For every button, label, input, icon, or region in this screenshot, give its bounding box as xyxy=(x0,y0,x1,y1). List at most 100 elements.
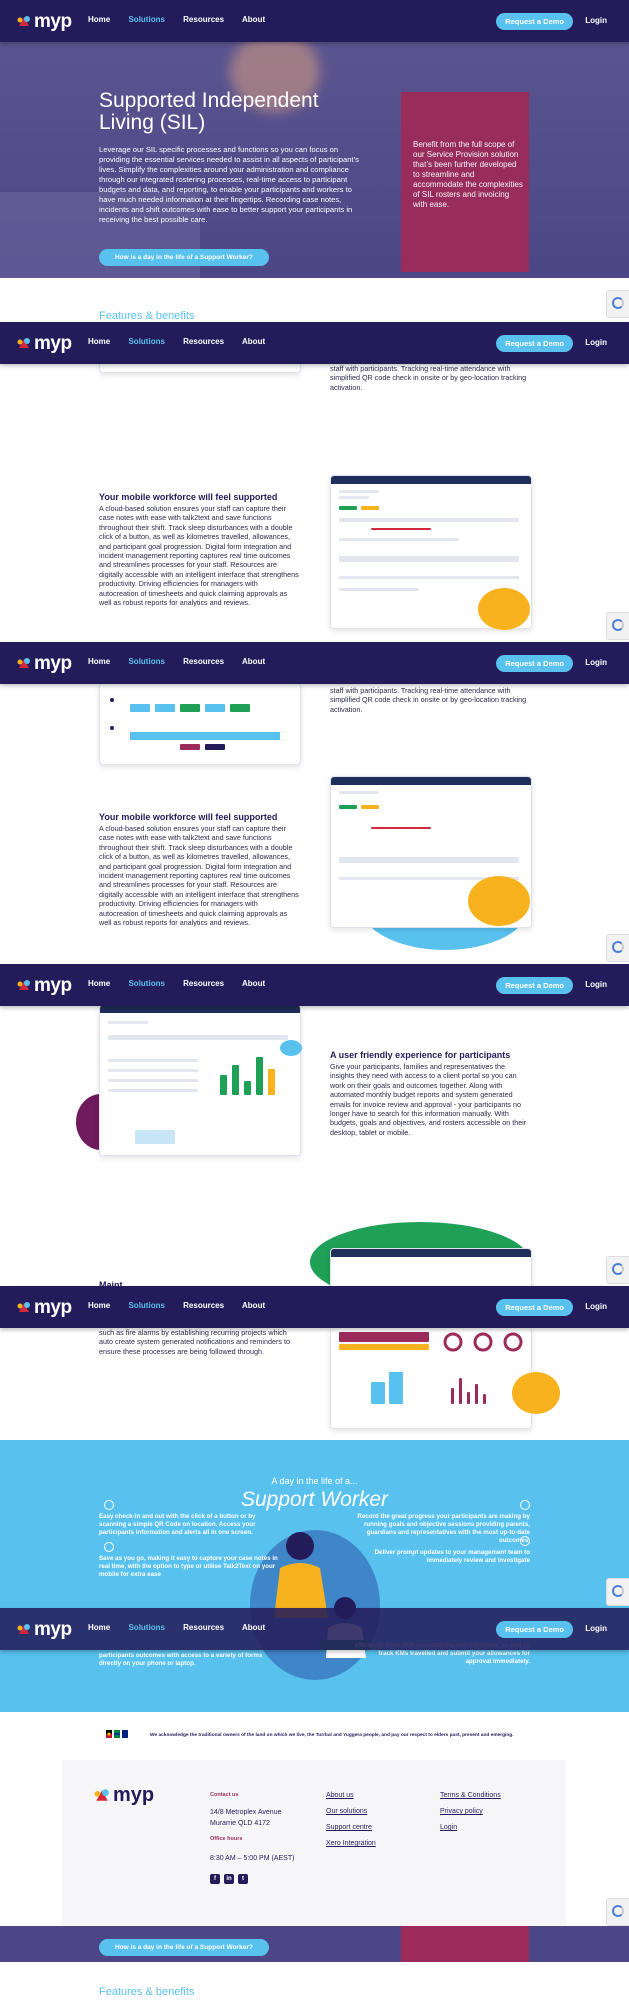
login-link[interactable]: Login xyxy=(585,980,607,989)
nav-about[interactable]: About xyxy=(242,1301,265,1310)
footer-link-privacy[interactable]: Privacy policy xyxy=(440,1808,483,1815)
footer: myp Contact us 14/8 Metroplex Avenue Mur… xyxy=(62,1760,566,1925)
contact-label: Contact us xyxy=(210,1792,239,1798)
nav-home[interactable]: Home xyxy=(88,1301,110,1310)
request-demo-button[interactable]: Request a Demo xyxy=(496,13,573,30)
nav-about[interactable]: About xyxy=(242,1623,265,1632)
facebook-icon[interactable]: f xyxy=(210,1874,220,1884)
nav-home[interactable]: Home xyxy=(88,15,110,24)
footer-link-solutions[interactable]: Our solutions xyxy=(326,1808,367,1815)
nav-resources[interactable]: Resources xyxy=(183,15,224,24)
recaptcha-badge[interactable] xyxy=(606,1578,629,1606)
recaptcha-badge[interactable] xyxy=(606,1898,629,1926)
myp-logo[interactable]: myp xyxy=(17,653,77,674)
top-nav: myp Home Solutions Resources About Reque… xyxy=(0,0,629,42)
footer-logo[interactable]: myp xyxy=(94,1784,174,1808)
footer-link-terms[interactable]: Terms & Conditions xyxy=(440,1792,501,1799)
hero-section-fragment: How is a day in the life of a Support Wo… xyxy=(0,1926,629,1962)
feature-updates: Deliver prompt updates to your managemen… xyxy=(374,1549,530,1564)
nav-home[interactable]: Home xyxy=(88,1623,110,1632)
check-circle-icon xyxy=(520,1536,530,1546)
nav-resources[interactable]: Resources xyxy=(183,657,224,666)
feature-checkin: Easy check-in and out with the click of … xyxy=(99,1513,256,1536)
feature-forms: participants outcomes with access to a v… xyxy=(99,1652,263,1667)
myp-logo[interactable]: myp xyxy=(17,333,77,354)
footer-link-xero[interactable]: Xero Integration xyxy=(326,1840,376,1847)
recaptcha-badge[interactable] xyxy=(606,934,629,962)
footer-link-support[interactable]: Support centre xyxy=(326,1824,372,1831)
nav-solutions[interactable]: Solutions xyxy=(128,337,164,346)
nav-home[interactable]: Home xyxy=(88,337,110,346)
linkedin-icon[interactable]: in xyxy=(224,1874,234,1884)
yellow-blob xyxy=(468,876,530,926)
nav-home[interactable]: Home xyxy=(88,979,110,988)
nav-solutions[interactable]: Solutions xyxy=(128,1623,164,1632)
nav-about[interactable]: About xyxy=(242,337,265,346)
feature-casenotes: Save as you go, making it easy to captur… xyxy=(99,1555,278,1578)
login-link[interactable]: Login xyxy=(585,1624,607,1633)
flags-icon xyxy=(106,1730,128,1738)
login-link[interactable]: Login xyxy=(585,338,607,347)
nav-resources[interactable]: Resources xyxy=(183,337,224,346)
login-link[interactable]: Login xyxy=(585,658,607,667)
myp-logo[interactable]: myp xyxy=(17,975,77,996)
recaptcha-icon xyxy=(612,1263,624,1275)
recaptcha-badge[interactable] xyxy=(606,1256,629,1284)
logo-text: myp xyxy=(34,333,72,354)
logo-mark-icon xyxy=(17,1302,30,1312)
sticky-nav: myp Home Solutions Resources About Reque… xyxy=(0,964,629,1006)
support-worker-cta-button[interactable]: How is a day in the life of a Support Wo… xyxy=(99,249,269,266)
nav-about[interactable]: About xyxy=(242,657,265,666)
nav-resources[interactable]: Resources xyxy=(183,1623,224,1632)
support-worker-section: A day in the life of a... Support Worker… xyxy=(0,1440,629,1712)
myp-logo[interactable]: myp xyxy=(17,11,77,32)
yellow-blob xyxy=(478,588,530,630)
yellow-blob xyxy=(512,1372,560,1414)
recaptcha-icon xyxy=(612,941,624,953)
request-demo-button[interactable]: Request a Demo xyxy=(496,1621,573,1638)
reports-screenshot xyxy=(330,1328,532,1429)
roster-screenshot xyxy=(99,684,301,765)
nav-resources[interactable]: Resources xyxy=(183,979,224,988)
office-hours-label: Office hours xyxy=(210,1836,243,1842)
logo-text: myp xyxy=(34,11,72,32)
hero-panel xyxy=(401,1926,529,1962)
logo-mark-icon xyxy=(17,16,30,26)
hero-panel-text: Benefit from the full scope of our Servi… xyxy=(413,140,523,209)
nav-solutions[interactable]: Solutions xyxy=(128,15,164,24)
hero-section: Supported Independent Living (SIL) Lever… xyxy=(0,42,629,278)
myp-logo[interactable]: myp xyxy=(17,1619,77,1640)
check-circle-icon xyxy=(520,1500,530,1510)
donut-charts-icon xyxy=(443,1332,523,1352)
reports-screenshot-top xyxy=(330,1248,532,1290)
hero-panel: Benefit from the full scope of our Servi… xyxy=(401,92,529,272)
nav-solutions[interactable]: Solutions xyxy=(128,979,164,988)
footer-link-about[interactable]: About us xyxy=(326,1792,354,1799)
login-link[interactable]: Login xyxy=(585,16,607,25)
hero-body: Leverage our SIL specific processes and … xyxy=(99,145,359,224)
features-heading: Features & benefits xyxy=(99,1986,195,1998)
nav-home[interactable]: Home xyxy=(88,657,110,666)
nav-solutions[interactable]: Solutions xyxy=(128,1301,164,1310)
office-hours: 8:30 AM – 5:00 PM (AEST) xyxy=(210,1855,295,1862)
nav-about[interactable]: About xyxy=(242,979,265,988)
acknowledgement-text: We acknowledge the traditional owners of… xyxy=(150,1733,514,1738)
footer-link-login[interactable]: Login xyxy=(440,1824,457,1831)
sticky-nav: myp Home Solutions Resources About Reque… xyxy=(0,322,629,364)
check-circle-icon xyxy=(104,1500,114,1510)
request-demo-button[interactable]: Request a Demo xyxy=(496,1299,573,1316)
nav-about[interactable]: About xyxy=(242,15,265,24)
request-demo-button[interactable]: Request a Demo xyxy=(496,977,573,994)
recaptcha-badge[interactable] xyxy=(606,290,629,318)
login-link[interactable]: Login xyxy=(585,1302,607,1311)
address-line-1: 14/8 Metroplex Avenue xyxy=(210,1809,282,1816)
myp-logo[interactable]: myp xyxy=(17,1297,77,1318)
twitter-icon[interactable]: t xyxy=(238,1874,248,1884)
nav-solutions[interactable]: Solutions xyxy=(128,657,164,666)
recaptcha-icon xyxy=(612,619,624,631)
request-demo-button[interactable]: Request a Demo xyxy=(496,335,573,352)
request-demo-button[interactable]: Request a Demo xyxy=(496,655,573,672)
recaptcha-icon xyxy=(612,1905,624,1917)
recaptcha-badge[interactable] xyxy=(606,612,629,640)
nav-resources[interactable]: Resources xyxy=(183,1301,224,1310)
